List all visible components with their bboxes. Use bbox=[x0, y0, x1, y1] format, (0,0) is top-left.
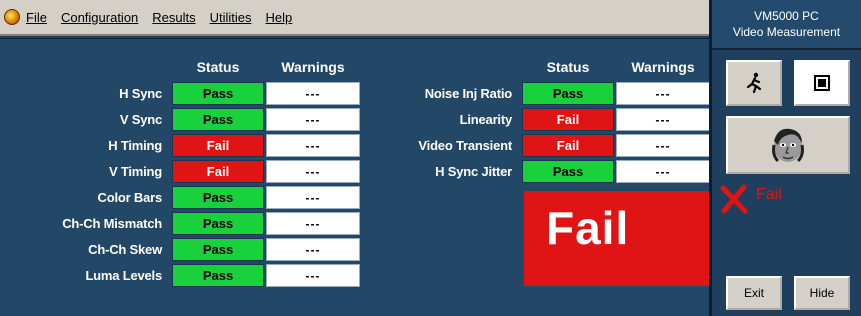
status-cell: Fail bbox=[172, 160, 264, 183]
row-label: Noise Inj Ratio bbox=[424, 86, 512, 101]
menu-utilities[interactable]: Utilities bbox=[210, 10, 252, 25]
warnings-cell: --- bbox=[616, 160, 710, 183]
row-label: Luma Levels bbox=[85, 268, 162, 283]
menu-file[interactable]: File bbox=[26, 10, 47, 25]
row-label: Color Bars bbox=[97, 190, 163, 205]
status-cell: Fail bbox=[522, 108, 614, 131]
fail-x-icon bbox=[720, 184, 748, 214]
product-name: VM5000 PC bbox=[754, 9, 819, 23]
row-label: V Sync bbox=[119, 112, 162, 127]
warnings-cell: --- bbox=[266, 186, 360, 209]
warnings-cell: --- bbox=[266, 82, 360, 105]
face-image-icon bbox=[772, 128, 804, 163]
warnings-cell: --- bbox=[266, 160, 360, 183]
status-cell: Fail bbox=[172, 134, 264, 157]
status-cell: Pass bbox=[172, 82, 264, 105]
product-subtitle: Video Measurement bbox=[732, 25, 841, 39]
overall-result-banner: Fail bbox=[524, 191, 710, 286]
row-label: H Sync bbox=[119, 86, 162, 101]
status-cell: Pass bbox=[172, 186, 264, 209]
main-window: File Configuration Results Utilities Hel… bbox=[0, 0, 710, 316]
row-label: Video Transient bbox=[418, 138, 512, 153]
exit-button[interactable]: Exit bbox=[726, 276, 782, 310]
warnings-cell: --- bbox=[616, 82, 710, 105]
result-status-text: Fail bbox=[756, 186, 782, 203]
right-status-header: Status bbox=[546, 59, 590, 75]
stop-square-icon bbox=[814, 75, 830, 91]
menu-help[interactable]: Help bbox=[266, 10, 293, 25]
warnings-cell: --- bbox=[266, 212, 360, 235]
menu-bar: File Configuration Results Utilities Hel… bbox=[0, 0, 709, 36]
right-warnings-header: Warnings bbox=[631, 59, 695, 75]
row-label: H Sync Jitter bbox=[435, 164, 512, 179]
warnings-cell: --- bbox=[616, 134, 710, 157]
status-cell: Pass bbox=[172, 238, 264, 261]
app-logo-icon[interactable] bbox=[4, 9, 20, 25]
status-cell: Pass bbox=[172, 108, 264, 131]
status-cell: Pass bbox=[172, 264, 264, 287]
running-man-icon bbox=[746, 72, 762, 94]
menu-results[interactable]: Results bbox=[152, 10, 195, 25]
warnings-cell: --- bbox=[616, 108, 710, 131]
warnings-cell: --- bbox=[266, 134, 360, 157]
left-warnings-header: Warnings bbox=[281, 59, 345, 75]
left-status-header: Status bbox=[196, 59, 240, 75]
row-label: Linearity bbox=[459, 112, 513, 127]
status-cell: Pass bbox=[172, 212, 264, 235]
row-label: V Timing bbox=[108, 164, 162, 179]
row-label: Ch-Ch Mismatch bbox=[62, 216, 162, 231]
side-panel: VM5000 PC Video Measurement Fail Exit Hi… bbox=[709, 0, 861, 316]
warnings-cell: --- bbox=[266, 108, 360, 131]
run-button[interactable] bbox=[726, 60, 782, 106]
row-label: Ch-Ch Skew bbox=[88, 242, 162, 257]
status-cell: Fail bbox=[522, 134, 614, 157]
menu-configuration[interactable]: Configuration bbox=[61, 10, 138, 25]
hide-button[interactable]: Hide bbox=[794, 276, 850, 310]
warnings-cell: --- bbox=[266, 264, 360, 287]
warnings-cell: --- bbox=[266, 238, 360, 261]
display-face-button[interactable] bbox=[726, 116, 850, 174]
product-title: VM5000 PC Video Measurement bbox=[712, 0, 861, 50]
status-cell: Pass bbox=[522, 82, 614, 105]
status-cell: Pass bbox=[522, 160, 614, 183]
results-panel: Status Warnings Status Warnings Fail H S… bbox=[0, 38, 710, 316]
result-indicator: Fail bbox=[720, 184, 860, 214]
stop-button[interactable] bbox=[794, 60, 850, 106]
row-label: H Timing bbox=[108, 138, 162, 153]
